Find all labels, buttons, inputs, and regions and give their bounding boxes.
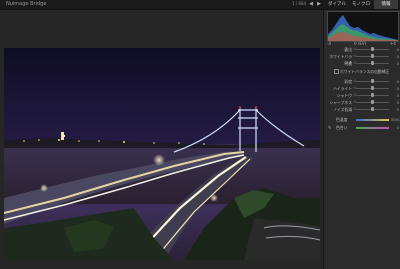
reset-icon[interactable]: ↺ (353, 86, 356, 90)
eyedropper-icon[interactable]: ✎ (328, 125, 332, 130)
slider-knob[interactable] (371, 61, 374, 65)
reset-icon[interactable]: ↺ (353, 79, 356, 83)
slider-knob[interactable] (371, 107, 374, 111)
highlight-value: 0 (396, 86, 399, 91)
exposure-row: 露出 ↺ 0 (326, 46, 399, 53)
saturation-slider[interactable] (356, 79, 389, 83)
reset-icon[interactable]: ↺ (353, 47, 356, 51)
tint-slider[interactable] (356, 127, 389, 129)
slider-knob[interactable] (371, 93, 374, 97)
highlight-slider[interactable] (356, 86, 389, 90)
tint-value: 0 (396, 125, 399, 130)
shadow-slider[interactable] (356, 93, 389, 97)
noise-reduction-label: ノイズ低減 (333, 107, 352, 112)
noise-reduction-value: 0 (396, 107, 399, 112)
exposure-slider[interactable] (356, 47, 389, 51)
auto-wb-row[interactable]: ホワイトバランスの自動補正 (326, 67, 399, 75)
adjustment-panel: -4 0 (EV) +4 露出 ↺ 0 ホワイトバランス ↺ 0 明度 ↺ 0 … (323, 10, 400, 269)
tab-info[interactable]: 情報 (374, 0, 398, 9)
reset-icon[interactable]: ↺ (353, 107, 356, 111)
slider-knob[interactable] (371, 54, 374, 58)
app-title: Nuimage Bridge (6, 1, 47, 7)
tint-label: 色合い (336, 125, 348, 130)
tab-monochrome[interactable]: モノクロム (350, 0, 372, 16)
sharpness-row: シャープネス ↺ 0 (326, 99, 399, 106)
color-temp-label: 色温度 (336, 117, 348, 122)
color-temp-row: 色温度 5500 (326, 116, 400, 124)
noise-reduction-row: ノイズ低減 ↺ 0 (326, 106, 399, 113)
auto-wb-label: ホワイトバランスの自動補正 (340, 69, 390, 74)
slider-knob[interactable] (371, 86, 374, 90)
controls-group: 露出 ↺ 0 ホワイトバランス ↺ 0 明度 ↺ 0 ホワイトバランスの自動補正… (326, 46, 400, 132)
tab-dial[interactable]: ダイアル補正 (326, 0, 348, 16)
white-balance-value: 0 (396, 54, 399, 59)
image-canvas[interactable] (0, 10, 323, 269)
slider-knob[interactable] (371, 79, 374, 83)
sharpness-slider[interactable] (356, 100, 389, 104)
reset-icon[interactable]: ↺ (353, 100, 356, 104)
title-bar: Nuimage Bridge 1 / 684 ◀ ▶ ダイアル補正 モノクロム … (0, 0, 400, 16)
tint-row: ✎ 色合い 0 (326, 124, 399, 132)
histogram (327, 11, 399, 42)
file-counter: 1 / 684 (292, 1, 307, 6)
brightness-value: 0 (396, 61, 399, 66)
histogram-graph (328, 15, 398, 41)
prev-image-button[interactable]: ◀ (308, 1, 314, 7)
brightness-row: 明度 ↺ 0 (326, 60, 399, 67)
color-temp-value: 5500 (391, 117, 400, 122)
shadow-value: 0 (396, 93, 399, 98)
highlight-row: ハイライト ↺ 0 (326, 85, 399, 92)
exposure-value: 0 (396, 47, 399, 52)
white-balance-slider[interactable] (356, 54, 389, 58)
reset-icon[interactable]: ↺ (353, 54, 356, 58)
brightness-slider[interactable] (356, 61, 389, 65)
color-temp-slider[interactable] (356, 119, 389, 121)
reset-icon[interactable]: ↺ (353, 61, 356, 65)
slider-knob[interactable] (371, 100, 374, 104)
slider-knob[interactable] (371, 47, 374, 51)
saturation-value: 0 (396, 79, 399, 84)
auto-wb-checkbox[interactable] (334, 69, 339, 74)
reset-icon[interactable]: ↺ (353, 93, 356, 97)
white-balance-row: ホワイトバランス ↺ 0 (326, 53, 399, 65)
noise-reduction-slider[interactable] (356, 107, 389, 111)
photo-graphic (4, 48, 320, 260)
sharpness-value: 0 (396, 100, 399, 105)
saturation-row: 彩度 ↺ 0 (326, 78, 399, 85)
next-image-button[interactable]: ▶ (316, 1, 322, 7)
shadow-row: シャドウ ↺ 0 (326, 92, 399, 99)
night-bridge-photo[interactable] (4, 48, 320, 260)
